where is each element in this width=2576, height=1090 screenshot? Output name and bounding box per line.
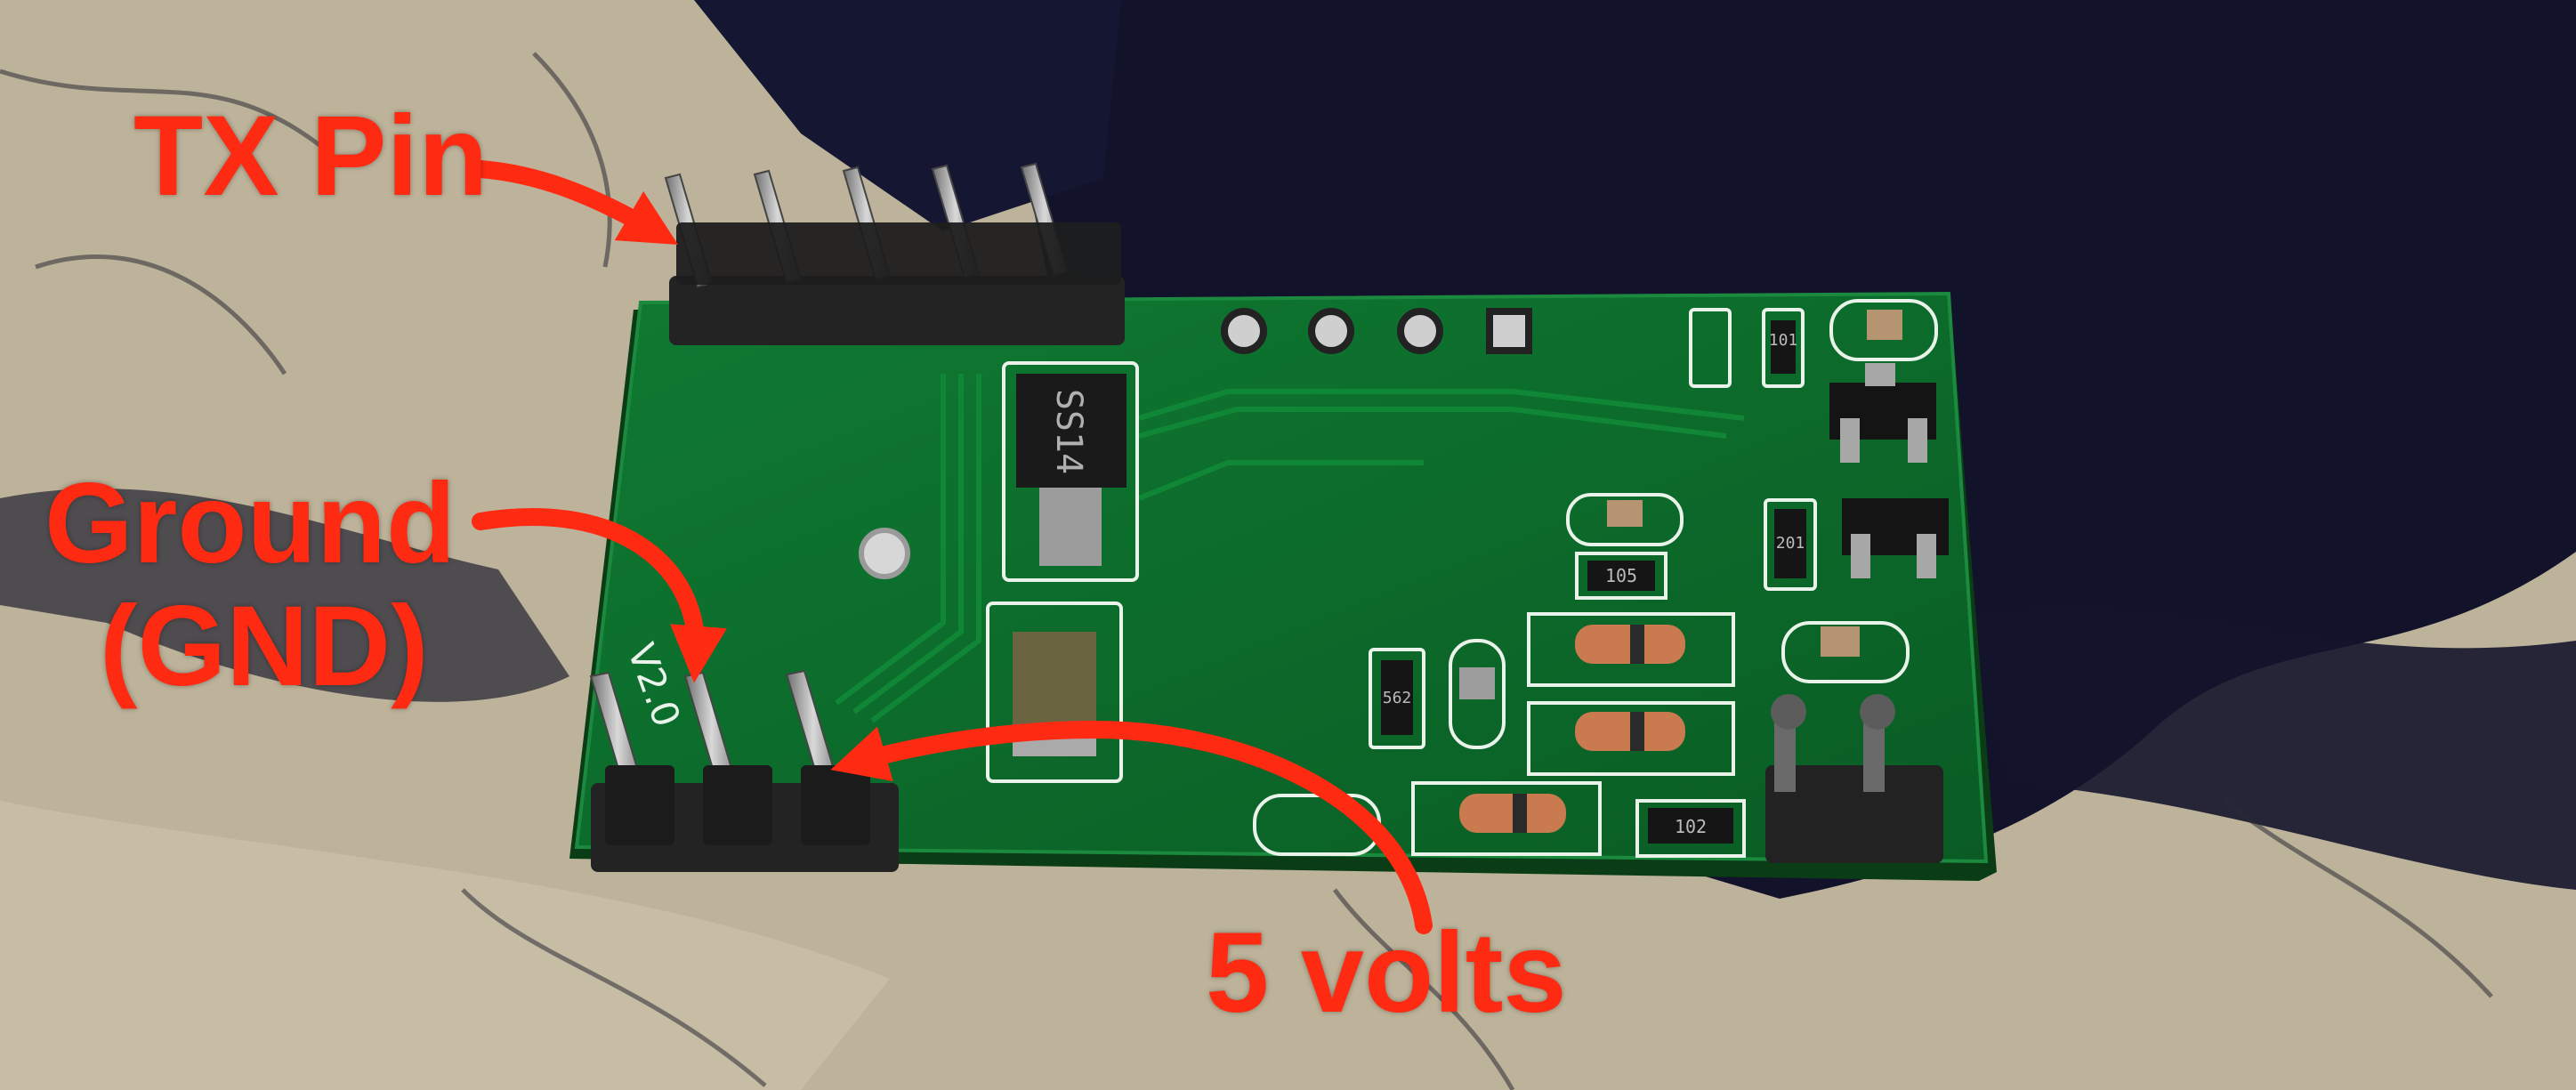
diode-marking: SS14 — [1048, 389, 1089, 474]
resistor-1-marking: 101 — [1769, 331, 1798, 350]
resistor-4-marking: 562 — [1383, 689, 1412, 707]
tx-pin-label: TX Pin — [133, 93, 489, 220]
ground-label-line1: Ground — [44, 460, 456, 587]
resistor-5-marking: 102 — [1675, 816, 1707, 837]
ground-label: Ground (GND) — [44, 460, 456, 711]
five-volts-label: 5 volts — [1206, 909, 1567, 1037]
ground-label-line2: (GND) — [100, 583, 429, 711]
resistor-2-marking: 201 — [1776, 534, 1805, 553]
resistor-3-marking: 105 — [1605, 565, 1637, 586]
